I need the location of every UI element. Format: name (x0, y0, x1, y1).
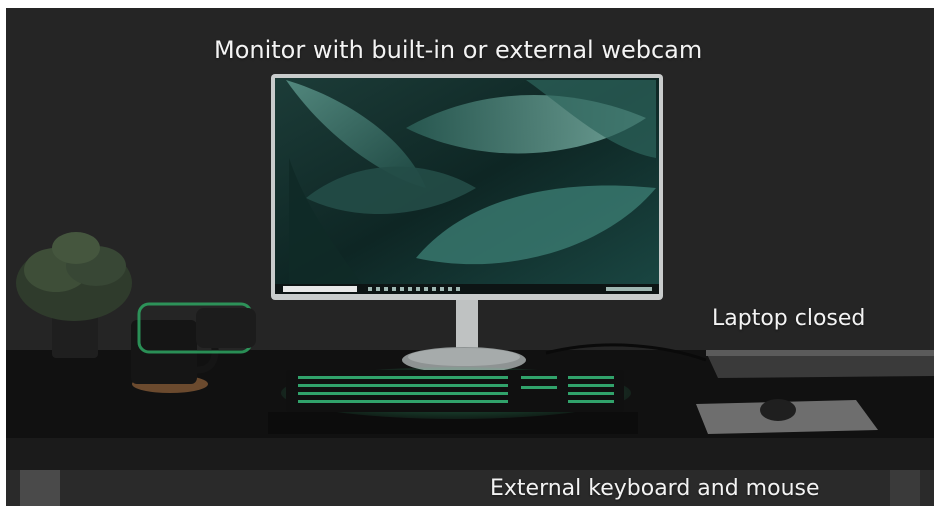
monitor-caption: Monitor with built-in or external webcam (214, 36, 703, 64)
laptop-icon (706, 350, 934, 378)
keyboard-icon (268, 367, 638, 434)
monitor-icon (271, 74, 663, 300)
desk-setup-photo: Monitor with built-in or external webcam… (6, 8, 934, 506)
peripherals-caption: External keyboard and mouse (490, 476, 820, 501)
mouse-icon (696, 399, 878, 434)
desk-scene (6, 8, 934, 506)
laptop-caption: Laptop closed (712, 306, 866, 331)
